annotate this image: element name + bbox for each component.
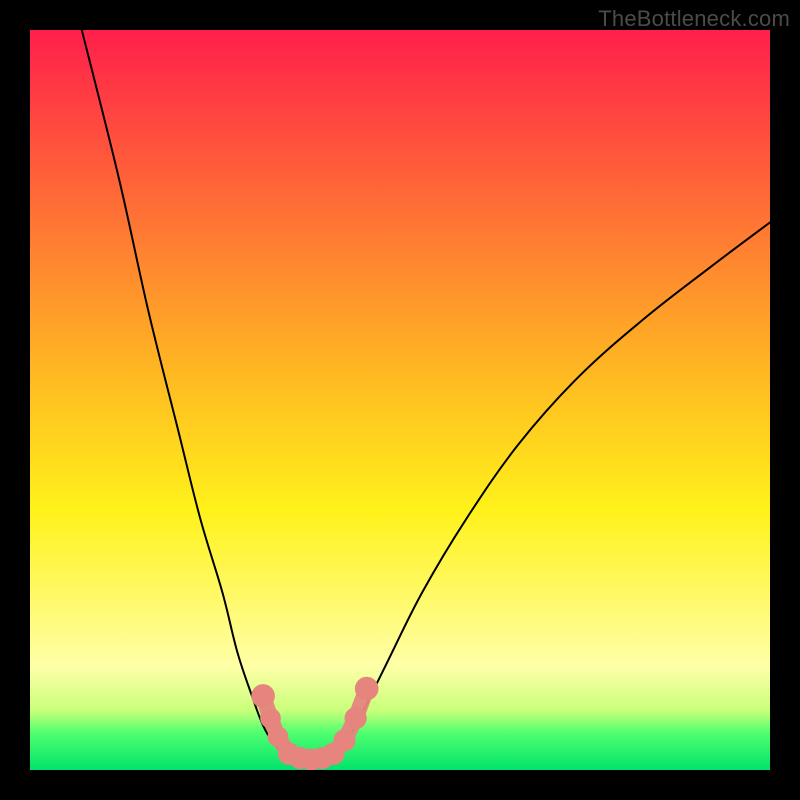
marker-left-hi bbox=[251, 684, 275, 708]
plot-area bbox=[30, 30, 770, 770]
marker-right-lo bbox=[333, 729, 355, 751]
watermark-text: TheBottleneck.com bbox=[598, 6, 790, 32]
marker-left-mid bbox=[260, 708, 281, 729]
chart-svg bbox=[30, 30, 770, 770]
gradient-background bbox=[30, 30, 770, 770]
marker-right-hi bbox=[355, 677, 379, 701]
chart-frame: TheBottleneck.com bbox=[0, 0, 800, 800]
marker-right-mid bbox=[345, 707, 367, 729]
